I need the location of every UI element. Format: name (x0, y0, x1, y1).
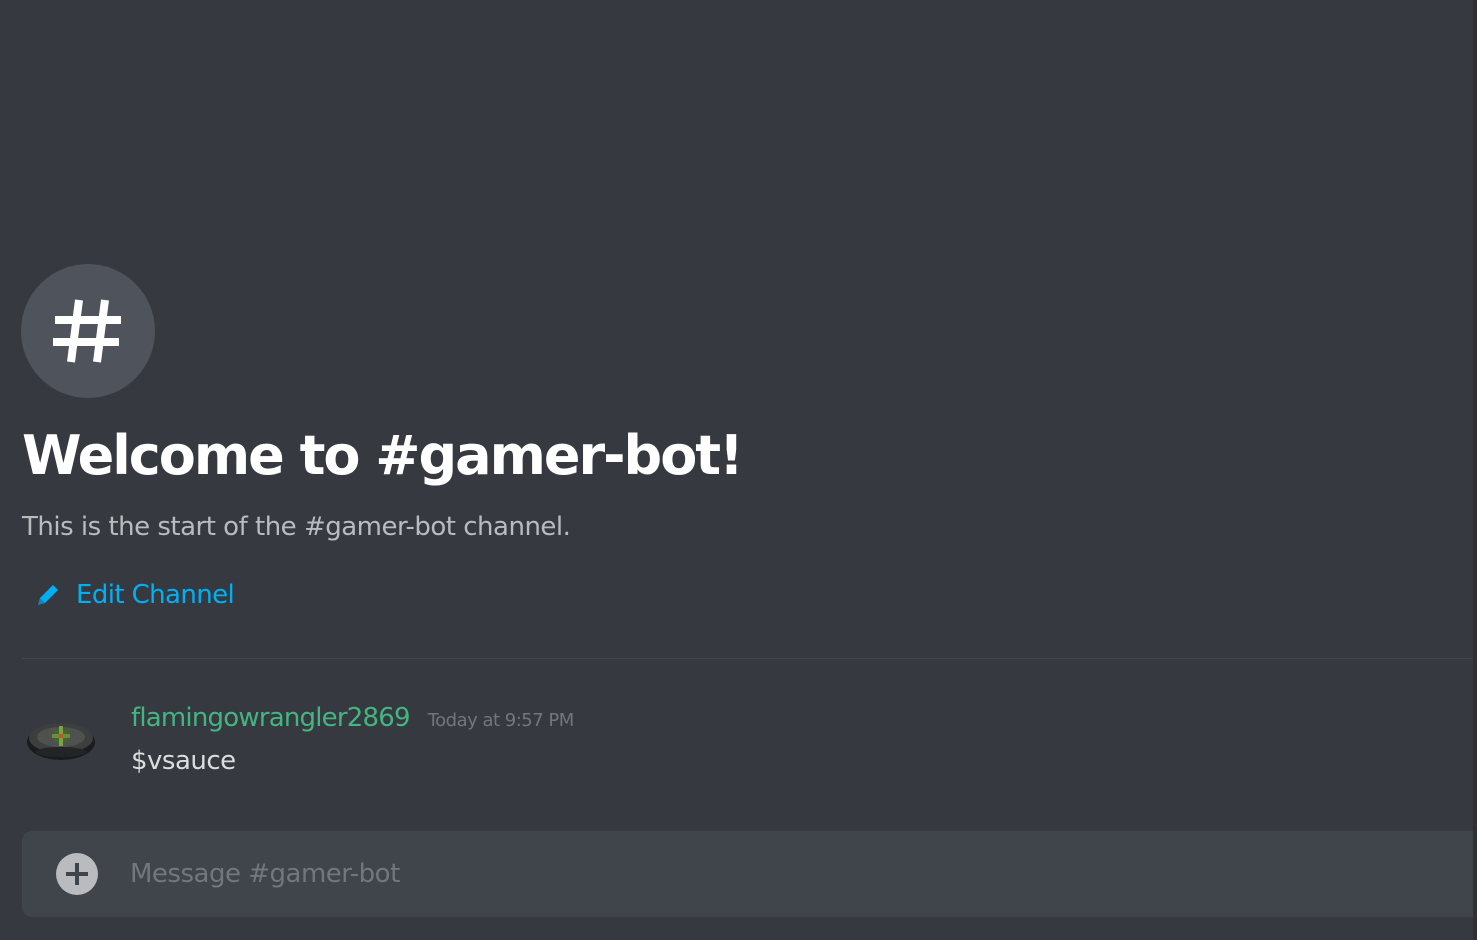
edit-channel-button[interactable]: Edit Channel (34, 576, 235, 614)
message-input[interactable] (130, 851, 1450, 897)
message-content: $vsauce (131, 746, 236, 776)
message-username[interactable]: flamingowrangler2869 (131, 700, 411, 736)
window-edge (1473, 0, 1477, 940)
message-composer (22, 831, 1477, 917)
avatar[interactable] (24, 708, 98, 770)
message-header: flamingowrangler2869 Today at 9:57 PM (131, 700, 574, 739)
hashtag-icon (53, 299, 121, 363)
message-timestamp: Today at 9:57 PM (427, 710, 575, 731)
channel-hashtag-icon (21, 264, 155, 398)
welcome-subtitle: This is the start of the #gamer-bot chan… (22, 512, 571, 542)
attach-button[interactable] (56, 853, 98, 895)
chat-view: Welcome to #gamer-bot! This is the start… (0, 0, 1477, 940)
message-item: flamingowrangler2869 Today at 9:57 PM $v… (0, 690, 1473, 790)
divider (22, 658, 1477, 659)
plus-circle-icon (66, 863, 88, 885)
edit-channel-label: Edit Channel (76, 580, 235, 610)
welcome-title: Welcome to #gamer-bot! (22, 424, 744, 487)
avatar-image (27, 723, 95, 760)
pencil-icon (34, 581, 62, 609)
